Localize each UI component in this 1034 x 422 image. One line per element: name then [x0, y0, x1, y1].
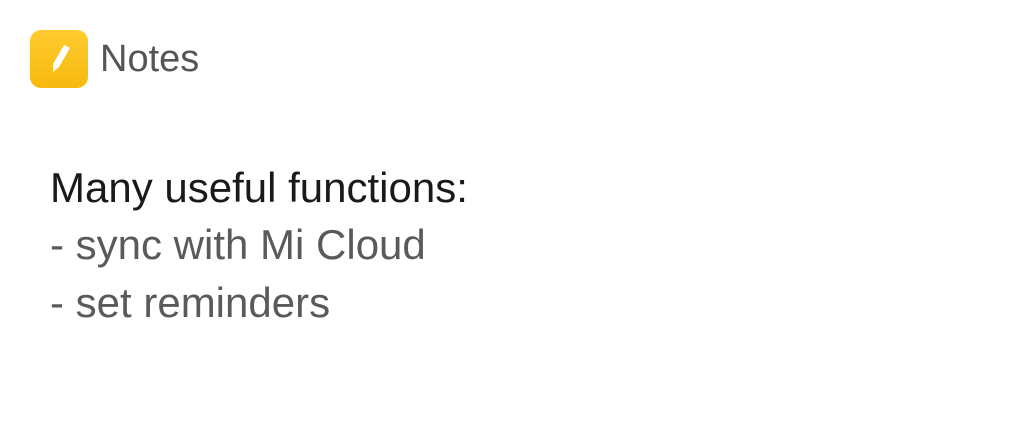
notification-card[interactable]: Notes Many useful functions: - sync with… — [0, 0, 1034, 422]
notification-content: Many useful functions: - sync with Mi Cl… — [50, 160, 468, 332]
app-icon — [30, 30, 88, 88]
pencil-icon — [53, 45, 70, 72]
notification-title: Many useful functions: — [50, 164, 468, 211]
app-name: Notes — [100, 38, 200, 80]
notification-line: - set reminders — [50, 279, 331, 326]
app-header: Notes — [30, 30, 199, 88]
notification-line: - sync with Mi Cloud — [50, 221, 426, 268]
